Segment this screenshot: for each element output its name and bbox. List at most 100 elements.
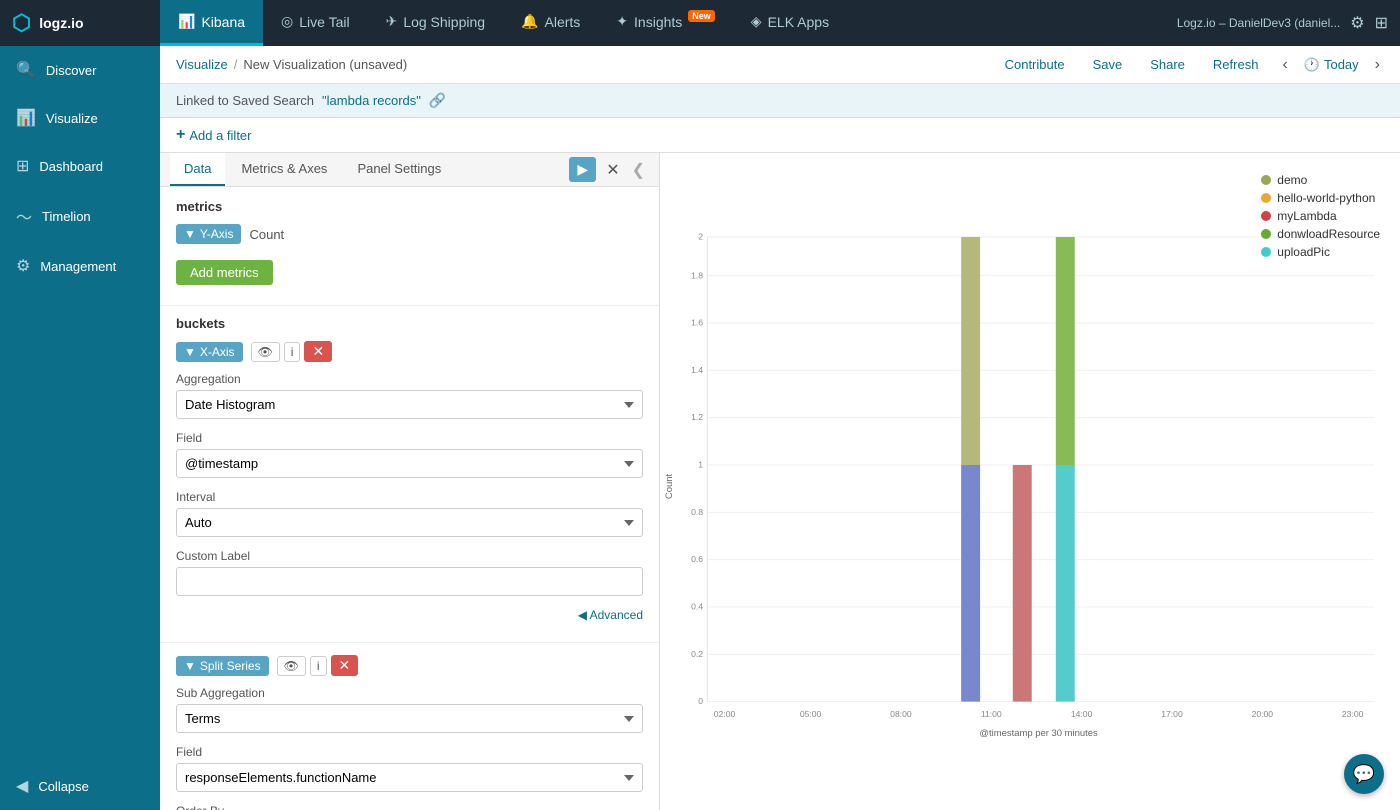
legend-label-hello-world: hello-world-python	[1277, 191, 1375, 205]
split-info-button[interactable]: i	[310, 656, 327, 676]
elkapps-label: ELK Apps	[768, 14, 830, 30]
tab-data[interactable]: Data	[170, 153, 225, 186]
svg-text:08:00: 08:00	[890, 709, 912, 719]
sub-aggregation-select[interactable]: Terms Filters Range	[176, 704, 643, 733]
filter-bar: + Add a filter	[160, 118, 1400, 153]
expand-icon[interactable]: ⊞	[1375, 13, 1388, 33]
nav-tab-insights[interactable]: ✦ Insights New	[598, 0, 733, 46]
nav-tab-livetail[interactable]: ◎ Live Tail	[263, 0, 368, 46]
sidebar-item-label-timelion: Timelion	[42, 209, 91, 224]
share-button[interactable]: Share	[1142, 53, 1193, 76]
aggregation-select[interactable]: Date Histogram Histogram Range Terms	[176, 390, 643, 419]
legend-item-mylambda: myLambda	[1261, 209, 1380, 223]
order-by-group: Order By metric: Count	[176, 804, 643, 810]
kibana-icon: 📊	[178, 13, 195, 30]
next-arrow-button[interactable]: ›	[1371, 56, 1384, 74]
delete-split-button[interactable]: ✕	[331, 655, 359, 676]
sidebar-item-dashboard[interactable]: ⊞ Dashboard	[0, 142, 160, 190]
panel-collapse-arrow[interactable]: ❮	[628, 160, 649, 180]
y-axis-badge[interactable]: ▼ Y-Axis	[176, 224, 241, 244]
field-select[interactable]: @timestamp	[176, 449, 643, 478]
svg-text:1: 1	[698, 460, 703, 470]
info-button[interactable]: i	[284, 342, 301, 362]
link-icon[interactable]: 🔗	[429, 92, 446, 109]
aggregation-group: Aggregation Date Histogram Histogram Ran…	[176, 372, 643, 419]
user-info[interactable]: Logz.io – DanielDev3 (daniel...	[1177, 16, 1340, 30]
sidebar-item-label-dashboard: Dashboard	[39, 159, 103, 174]
split-arrow: ▼	[184, 659, 196, 673]
breadcrumb-sep: /	[234, 57, 238, 72]
sidebar-item-visualize[interactable]: 📊 Visualize	[0, 94, 160, 142]
sidebar-item-discover[interactable]: 🔍 Discover	[0, 46, 160, 94]
interval-select[interactable]: Auto Millisecond Second Minute	[176, 508, 643, 537]
nav-tab-alerts[interactable]: 🔔 Alerts	[503, 0, 598, 46]
prev-arrow-button[interactable]: ‹	[1278, 56, 1291, 74]
svg-text:17:00: 17:00	[1161, 709, 1183, 719]
chat-icon: 💬	[1353, 764, 1375, 785]
top-navigation: ⬡ logz.io 📊 Kibana ◎ Live Tail ✈ Log Shi…	[0, 0, 1400, 46]
custom-label-input[interactable]	[176, 567, 643, 596]
tab-metrics-axes[interactable]: Metrics & Axes	[227, 153, 341, 186]
sidebar-item-timelion[interactable]: 〜 Timelion	[0, 190, 160, 242]
main-content: Visualize / New Visualization (unsaved) …	[160, 46, 1400, 810]
collapse-icon: ◀	[16, 776, 28, 796]
alerts-label: Alerts	[545, 14, 581, 30]
refresh-button[interactable]: Refresh	[1205, 53, 1267, 76]
svg-text:05:00: 05:00	[800, 709, 822, 719]
today-label: Today	[1324, 57, 1359, 72]
legend-dot-hello-world	[1261, 193, 1271, 203]
logshipping-icon: ✈	[386, 13, 398, 30]
logo[interactable]: ⬡ logz.io	[0, 0, 160, 46]
clock-icon: 🕐	[1304, 57, 1320, 73]
y-axis-label: Y-Axis	[200, 227, 234, 241]
contribute-button[interactable]: Contribute	[997, 53, 1073, 76]
breadcrumb-visualize[interactable]: Visualize	[176, 57, 228, 72]
sidebar-item-management[interactable]: ⚙ Management	[0, 242, 160, 290]
bar-uploadpic	[1056, 465, 1075, 702]
add-filter-button[interactable]: + Add a filter	[176, 126, 252, 144]
today-button[interactable]: 🕐 Today	[1304, 57, 1359, 73]
y-axis-value: Count	[249, 227, 284, 242]
x-axis-badge[interactable]: ▼ X-Axis	[176, 342, 243, 362]
timelion-icon: 〜	[16, 204, 32, 228]
sidebar-item-label-management: Management	[40, 259, 116, 274]
management-icon: ⚙	[16, 256, 30, 276]
linked-search-name[interactable]: "lambda records"	[322, 93, 421, 108]
split-series-header: ▼ Split Series 👁 i ✕	[176, 655, 643, 676]
split-field-select[interactable]: responseElements.functionName	[176, 763, 643, 792]
save-button[interactable]: Save	[1085, 53, 1131, 76]
close-panel-button[interactable]: ✕	[600, 158, 625, 182]
legend-label-donwload: donwloadResource	[1277, 227, 1380, 241]
eye-button[interactable]: 👁	[251, 342, 280, 362]
new-badge: New	[688, 10, 715, 22]
logo-text: logz.io	[39, 15, 83, 31]
add-metrics-button[interactable]: Add metrics	[176, 260, 273, 285]
tab-panel-settings[interactable]: Panel Settings	[343, 153, 455, 186]
gear-icon[interactable]: ⚙	[1350, 13, 1364, 33]
bar-mylambda	[1013, 465, 1032, 702]
legend-label-demo: demo	[1277, 173, 1307, 187]
left-panel: Data Metrics & Axes Panel Settings ▶ ✕ ❮	[160, 153, 660, 810]
y-axis-label: Count	[664, 474, 675, 500]
split-series-badge[interactable]: ▼ Split Series	[176, 656, 269, 676]
logshipping-label: Log Shipping	[403, 14, 485, 30]
nav-tab-elkapps[interactable]: ◈ ELK Apps	[733, 0, 847, 46]
tab-actions: ▶ ✕	[569, 157, 625, 182]
chat-bubble[interactable]: 💬	[1344, 754, 1384, 794]
legend-item-hello-world: hello-world-python	[1261, 191, 1380, 205]
run-button[interactable]: ▶	[569, 157, 596, 182]
breadcrumb: Visualize / New Visualization (unsaved)	[176, 57, 407, 72]
legend-item-uploadpic: uploadPic	[1261, 245, 1380, 259]
legend-item-demo: demo	[1261, 173, 1380, 187]
sidebar-collapse[interactable]: ◀ Collapse	[0, 762, 160, 810]
advanced-link[interactable]: Advanced	[176, 608, 643, 622]
buckets-title: buckets	[176, 316, 643, 331]
svg-text:11:00: 11:00	[981, 709, 1002, 719]
delete-x-axis-button[interactable]: ✕	[304, 341, 332, 362]
sidebar-item-label-discover: Discover	[46, 63, 97, 78]
nav-tab-logshipping[interactable]: ✈ Log Shipping	[368, 0, 503, 46]
svg-text:0.4: 0.4	[691, 602, 703, 612]
nav-tab-kibana[interactable]: 📊 Kibana	[160, 0, 263, 46]
split-eye-button[interactable]: 👁	[277, 656, 306, 676]
visualize-icon: 📊	[16, 108, 36, 128]
